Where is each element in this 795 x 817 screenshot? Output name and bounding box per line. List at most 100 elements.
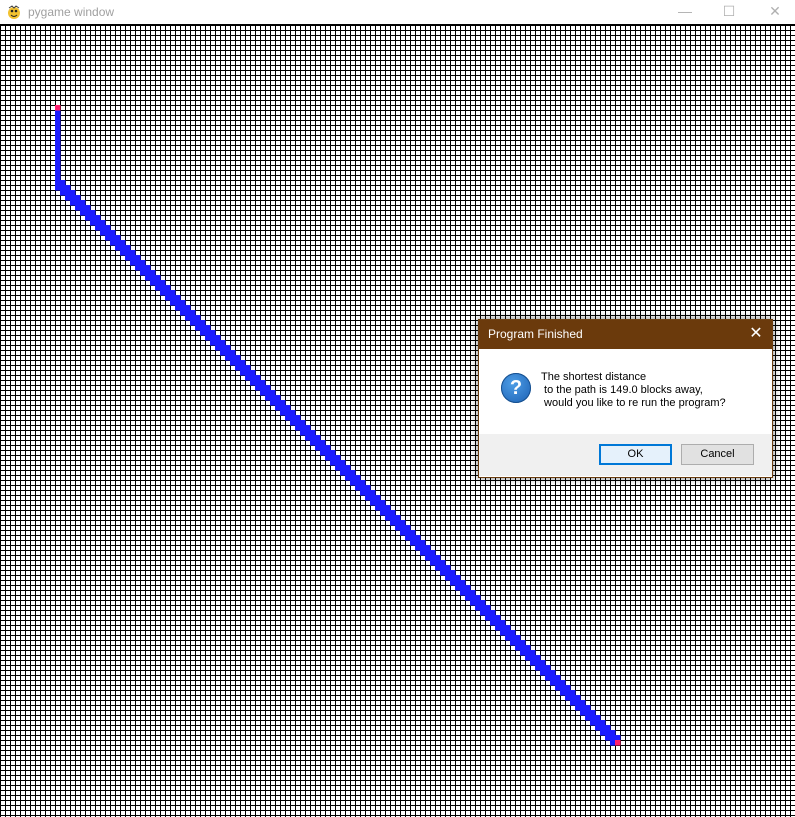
path-cell — [390, 515, 396, 521]
path-cell — [450, 580, 456, 586]
path-cell — [610, 730, 616, 736]
path-cell — [350, 475, 356, 481]
path-cell — [335, 465, 341, 471]
path-cell — [170, 290, 176, 296]
path-cell — [400, 530, 406, 536]
path-cell — [270, 400, 276, 406]
path-cell — [460, 585, 466, 591]
path-cell — [290, 410, 296, 416]
path-cell — [570, 690, 576, 696]
path-cell — [290, 415, 296, 421]
path-cell — [285, 410, 291, 416]
path-cell — [525, 655, 531, 661]
path-cell — [300, 430, 306, 436]
path-cell — [300, 425, 306, 431]
path-cell — [580, 700, 586, 706]
path-cell — [140, 270, 146, 276]
path-cell — [495, 620, 501, 626]
path-cell — [185, 305, 191, 311]
path-cell — [560, 690, 566, 696]
path-cell — [55, 140, 61, 146]
path-cell — [65, 190, 71, 196]
path-cell — [405, 535, 411, 541]
path-cell — [505, 630, 511, 636]
path-cell — [445, 565, 451, 571]
path-cell — [245, 365, 251, 371]
path-cell — [165, 295, 171, 301]
path-cell — [485, 610, 491, 616]
path-cell — [55, 135, 61, 141]
path-cell — [425, 555, 431, 561]
path-cell — [465, 585, 471, 591]
path-cell — [85, 205, 91, 211]
path-cell — [205, 335, 211, 341]
end-cell — [615, 740, 621, 746]
path-cell — [165, 290, 171, 296]
path-cell — [470, 595, 476, 601]
path-cell — [365, 485, 371, 491]
dialog-body: ? The shortest distance to the path is 1… — [479, 349, 772, 434]
path-cell — [325, 455, 331, 461]
path-cell — [420, 540, 426, 546]
path-cell — [610, 740, 616, 746]
path-cell — [585, 705, 591, 711]
path-cell — [455, 585, 461, 591]
path-cell — [245, 370, 251, 376]
path-cell — [430, 550, 436, 556]
path-cell — [270, 390, 276, 396]
dialog-close-icon[interactable]: ✕ — [740, 320, 772, 349]
path-cell — [205, 325, 211, 331]
path-cell — [380, 510, 386, 516]
path-cell — [265, 395, 271, 401]
path-cell — [210, 330, 216, 336]
path-cell — [95, 220, 101, 226]
path-cell — [100, 230, 106, 236]
path-cell — [310, 440, 316, 446]
path-cell — [275, 400, 281, 406]
path-cell — [580, 710, 586, 716]
path-cell — [600, 720, 606, 726]
path-cell — [535, 665, 541, 671]
path-cell — [210, 335, 216, 341]
path-cell — [375, 500, 381, 506]
path-cell — [450, 570, 456, 576]
path-cell — [540, 665, 546, 671]
path-cell — [55, 110, 61, 116]
path-cell — [220, 345, 226, 351]
path-cell — [390, 510, 396, 516]
path-cell — [60, 190, 66, 196]
path-cell — [115, 240, 121, 246]
path-cell — [505, 625, 511, 631]
path-cell — [125, 255, 131, 261]
path-cell — [155, 285, 161, 291]
path-cell — [400, 525, 406, 531]
path-cell — [250, 370, 256, 376]
path-cell — [105, 230, 111, 236]
path-cell — [435, 565, 441, 571]
ok-button[interactable]: OK — [599, 444, 672, 465]
path-cell — [195, 315, 201, 321]
path-cell — [350, 480, 356, 486]
cancel-button[interactable]: Cancel — [681, 444, 754, 465]
path-cell — [445, 570, 451, 576]
path-cell — [455, 580, 461, 586]
path-cell — [435, 555, 441, 561]
path-cell — [280, 405, 286, 411]
path-cell — [325, 445, 331, 451]
path-cell — [70, 195, 76, 201]
path-cell — [150, 275, 156, 281]
path-cell — [395, 515, 401, 521]
path-cell — [540, 660, 546, 666]
path-cell — [455, 575, 461, 581]
path-cell — [510, 640, 516, 646]
path-cell — [550, 670, 556, 676]
path-cell — [300, 420, 306, 426]
path-cell — [415, 545, 421, 551]
path-cell — [330, 455, 336, 461]
path-cell — [540, 670, 546, 676]
path-cell — [200, 320, 206, 326]
path-cell — [55, 125, 61, 131]
path-cell — [310, 435, 316, 441]
path-cell — [320, 445, 326, 451]
path-cell — [235, 355, 241, 361]
